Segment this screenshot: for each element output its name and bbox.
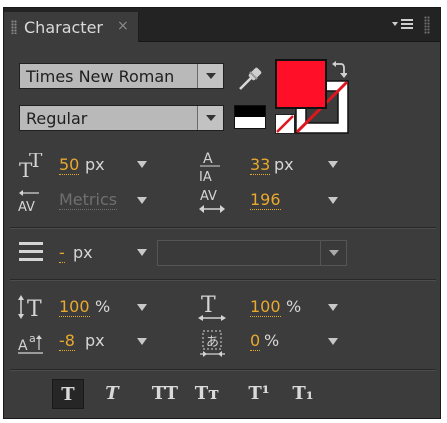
tsume-value[interactable]: 0: [250, 332, 261, 351]
svg-text:A: A: [203, 151, 213, 167]
kerning-dropdown-arrow[interactable]: [137, 197, 147, 204]
svg-text:IA: IA: [199, 170, 212, 183]
font-size-dropdown-arrow[interactable]: [137, 161, 147, 168]
grip-icon[interactable]: [11, 20, 17, 34]
divider: [10, 369, 436, 371]
character-panel: Character × Times New Roman Regular T T …: [3, 7, 441, 419]
fill-color-swatch[interactable]: [275, 59, 327, 109]
horizontal-scale-unit: %: [286, 297, 302, 316]
eyedropper-icon[interactable]: [235, 63, 265, 93]
chevron-down-icon[interactable]: [197, 64, 223, 88]
stroke-width-icon: [19, 242, 43, 261]
swap-colors-icon[interactable]: [331, 61, 347, 79]
faux-bold-button[interactable]: T: [52, 379, 84, 409]
small-caps-button[interactable]: Tт: [192, 379, 222, 409]
leading-dropdown-arrow[interactable]: [328, 161, 338, 168]
stroke-width-unit: px: [73, 243, 93, 262]
horizontal-scale-dropdown-arrow[interactable]: [328, 304, 338, 311]
kerning-icon: AV: [18, 190, 39, 213]
tab-character[interactable]: Character ×: [4, 12, 139, 42]
stroke-width-value[interactable]: -: [59, 244, 65, 263]
svg-text:a: a: [29, 332, 36, 345]
baseline-shift-dropdown-arrow[interactable]: [137, 338, 147, 345]
tsume-icon: あ: [200, 330, 225, 357]
tracking-icon: AV: [199, 189, 225, 213]
panel-menu-icon: [392, 19, 413, 29]
tsume-unit: %: [264, 331, 280, 350]
divider: [10, 279, 436, 281]
panel-title-bar: Character ×: [4, 8, 440, 42]
font-size-icon: T T: [19, 153, 43, 179]
horizontal-scale-value[interactable]: 100: [250, 298, 281, 317]
svg-text:A: A: [18, 338, 28, 354]
vertical-scale-value[interactable]: 100: [59, 298, 90, 317]
font-style-dropdown[interactable]: Regular: [19, 105, 224, 131]
all-caps-button[interactable]: TT: [148, 379, 182, 409]
no-color-swatch[interactable]: [275, 114, 295, 134]
close-icon[interactable]: ×: [117, 18, 129, 34]
faux-italic-button[interactable]: T: [98, 379, 126, 409]
superscript-button[interactable]: T¹: [244, 379, 274, 409]
font-size-value[interactable]: 50: [59, 156, 80, 175]
vertical-scale-unit: %: [95, 297, 111, 316]
leading-unit: px: [274, 155, 294, 174]
panel-grip-icon[interactable]: [424, 16, 430, 34]
stroke-type-dropdown[interactable]: [157, 240, 347, 266]
svg-text:T: T: [29, 153, 43, 172]
svg-text:T: T: [27, 297, 42, 320]
svg-text:あ: あ: [206, 335, 219, 350]
svg-text:T: T: [201, 293, 216, 318]
vertical-scale-dropdown-arrow[interactable]: [137, 304, 147, 311]
subscript-button[interactable]: T₁: [288, 379, 318, 409]
tracking-value[interactable]: 196: [250, 191, 281, 210]
chevron-down-icon[interactable]: [197, 106, 223, 130]
tsume-dropdown-arrow[interactable]: [328, 338, 338, 345]
horizontal-scale-icon: T: [198, 293, 226, 321]
vertical-scale-icon: T: [18, 295, 42, 320]
font-family-dropdown[interactable]: Times New Roman: [19, 63, 224, 89]
kerning-value[interactable]: Metrics: [59, 191, 118, 210]
leading-value[interactable]: 33: [250, 156, 271, 175]
stroke-width-dropdown-arrow[interactable]: [137, 249, 147, 256]
svg-text:AV: AV: [200, 189, 217, 204]
baseline-shift-icon: A a: [18, 332, 43, 354]
font-size-unit: px: [85, 155, 105, 174]
panel-title: Character: [24, 18, 103, 37]
font-style-value: Regular: [26, 109, 88, 128]
divider: [10, 227, 436, 229]
chevron-down-icon[interactable]: [320, 241, 346, 265]
panel-menu-button[interactable]: [390, 16, 416, 34]
svg-text:AV: AV: [18, 200, 35, 213]
black-white-swatch[interactable]: [234, 105, 266, 129]
tracking-dropdown-arrow[interactable]: [328, 197, 338, 204]
font-family-value: Times New Roman: [26, 67, 175, 86]
leading-icon: A IA: [199, 151, 220, 183]
baseline-shift-value[interactable]: -8: [59, 332, 75, 351]
baseline-shift-unit: px: [85, 331, 105, 350]
